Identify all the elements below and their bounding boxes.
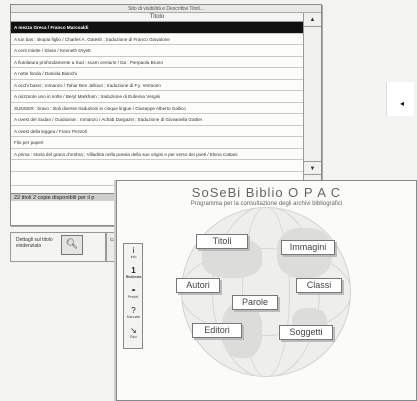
- side-toolbar: i Info 1 Richiesta ◓ Predef. ? Manuale ↘ Esci: [123, 243, 143, 349]
- vertical-scrollbar[interactable]: ▲ ▼: [303, 13, 321, 193]
- opac-window: SoSeBi Biblio O P A C Programma per la c…: [116, 180, 417, 401]
- autori-button[interactable]: Autori: [176, 278, 220, 293]
- search-request-icon[interactable]: 1 Richiesta: [125, 266, 142, 288]
- list-item[interactable]: A mezza Greca / Franco Marcoaldi: [11, 22, 303, 34]
- scroll-down-icon[interactable]: ▼: [304, 161, 321, 175]
- list-item[interactable]: A occhi bassi : romanzo / Tahar Ben Jell…: [11, 80, 303, 91]
- classi-button[interactable]: Classi: [296, 278, 342, 293]
- list-item[interactable]: A prima : storia del grano d'ombra ; Vil…: [11, 149, 303, 160]
- list-item[interactable]: SUNGER : bravo ; titoli diverse traduzio…: [11, 103, 303, 114]
- list-item[interactable]: A orizzonte uno in notte / Beryl Markham…: [11, 91, 303, 103]
- help-manual-icon[interactable]: ? Manuale: [125, 306, 142, 328]
- list-item[interactable]: A notte fonda / Daniela Bianchi: [11, 68, 303, 80]
- list-item[interactable]: Filo per paperi: [11, 137, 303, 149]
- detail-label: Dettagli sul titolo evidenziato: [16, 237, 53, 249]
- app-title: SoSeBi Biblio O P A C: [191, 185, 342, 200]
- exit-icon[interactable]: ↘ Esci: [125, 326, 142, 348]
- detail-panel: Dettagli sul titolo evidenziato 🔍︎: [10, 232, 106, 262]
- title-list: A mezza Greca / Franco Marcoaldi A tun b…: [11, 22, 303, 192]
- cursor-pointer-icon: ◂: [386, 82, 414, 116]
- info-icon[interactable]: i Info: [125, 246, 142, 268]
- predefined-icon[interactable]: ◓ Predef.: [125, 286, 142, 308]
- window-title: Sito di visibilità e Descrittivi Titoli.…: [11, 5, 321, 13]
- list-item[interactable]: A tun bas : skopia figlio / Charles A. G…: [11, 34, 303, 45]
- list-item[interactable]: A cent miette / Sloan / Kenneth Dryett: [11, 45, 303, 57]
- magnifier-icon[interactable]: 🔍︎: [61, 235, 83, 255]
- column-header-title[interactable]: Titolo: [11, 13, 303, 22]
- list-item[interactable]: [11, 160, 303, 172]
- scroll-up-icon[interactable]: ▲: [304, 13, 321, 27]
- titoli-button[interactable]: Titoli: [196, 234, 248, 249]
- parole-button[interactable]: Parole: [232, 295, 278, 310]
- list-item[interactable]: A ovest del Sudan / Guidoxnar : romanzo …: [11, 114, 303, 126]
- soggetti-button[interactable]: Soggetti: [279, 325, 333, 340]
- list-item[interactable]: A fiutolatura profondamente a Sud : scar…: [11, 57, 303, 68]
- editori-button[interactable]: Editori: [192, 323, 242, 338]
- immagini-button[interactable]: Immagini: [281, 240, 335, 255]
- list-item[interactable]: A ovest della leggea / Franz Pezzoli: [11, 126, 303, 137]
